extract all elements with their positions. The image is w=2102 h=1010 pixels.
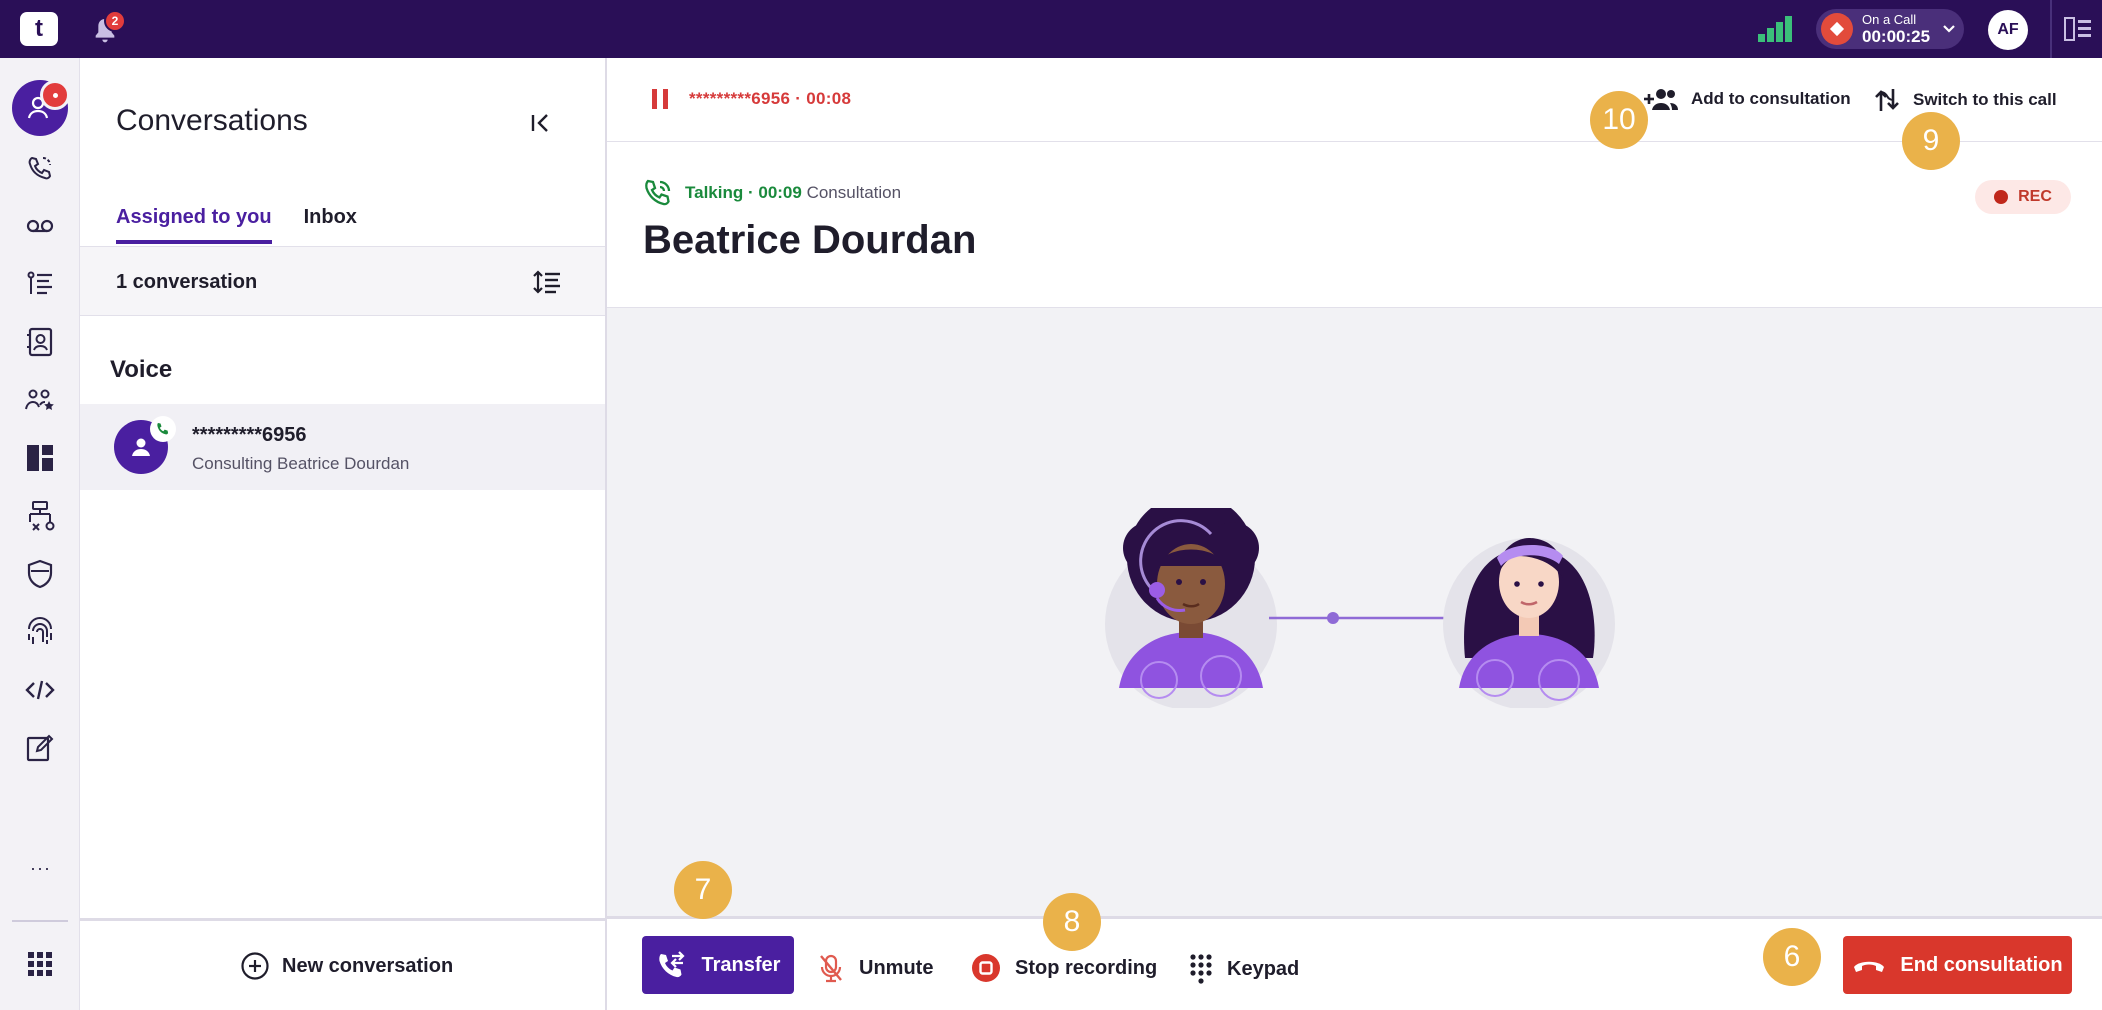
voicemail-nav-icon[interactable] bbox=[18, 204, 62, 248]
person-icon bbox=[132, 438, 150, 456]
conversation-subtitle: Consulting Beatrice Dourdan bbox=[192, 454, 410, 473]
new-conversation-label: New conversation bbox=[282, 954, 454, 977]
held-call-separator: · bbox=[790, 89, 807, 108]
phone-status-icon bbox=[150, 416, 176, 442]
chevron-down-icon bbox=[1943, 25, 1955, 33]
call-type: Consultation bbox=[806, 183, 902, 202]
call-participants-illustration bbox=[1105, 508, 1615, 708]
collapse-panel-icon[interactable] bbox=[526, 108, 556, 138]
keypad-button[interactable]: Keypad bbox=[1189, 953, 1299, 985]
held-call-info: *********6956 · 00:08 bbox=[689, 89, 851, 109]
notes-nav-icon[interactable] bbox=[18, 726, 62, 770]
app-logo[interactable]: t bbox=[20, 12, 58, 46]
call-status: Talking · 00:09 Consultation bbox=[643, 178, 901, 208]
more-nav-icon[interactable]: ··· bbox=[30, 858, 51, 879]
on-call-status-button[interactable]: On a Call 00:00:25 bbox=[1816, 9, 1964, 49]
add-to-consultation-button[interactable]: Add to consultation bbox=[1643, 86, 1851, 112]
held-call-bar[interactable]: *********6956 · 00:08 Add to consultatio… bbox=[607, 58, 2102, 142]
divider bbox=[2050, 0, 2052, 58]
flows-nav-icon[interactable] bbox=[18, 494, 62, 538]
agent-avatar-illustration bbox=[1105, 508, 1277, 708]
transfer-button[interactable]: Transfer bbox=[642, 936, 794, 994]
active-call-header: Talking · 00:09 Consultation Beatrice Do… bbox=[607, 142, 2102, 308]
talking-status: Talking bbox=[685, 183, 744, 202]
add-people-icon bbox=[1644, 89, 1678, 110]
new-conversation-button[interactable]: New conversation bbox=[240, 951, 453, 981]
sort-icon[interactable] bbox=[532, 267, 562, 297]
side-panel-toggle-icon[interactable] bbox=[2064, 17, 2092, 41]
developer-nav-icon[interactable] bbox=[18, 668, 62, 712]
end-consultation-label: End consultation bbox=[1900, 953, 2063, 976]
switch-to-call-button[interactable]: Switch to this call bbox=[1873, 86, 2057, 114]
end-consultation-button[interactable]: End consultation bbox=[1843, 936, 2072, 994]
conversation-count: 1 conversation bbox=[116, 271, 258, 293]
conversation-number: *********6956 bbox=[192, 424, 307, 446]
plus-circle-icon bbox=[241, 952, 269, 980]
recording-dot-icon bbox=[1994, 190, 2009, 204]
hang-up-icon bbox=[1854, 961, 1885, 972]
step-marker-8: 8 bbox=[1043, 893, 1101, 951]
talking-separator: · bbox=[743, 183, 759, 202]
keypad-icon bbox=[1190, 954, 1212, 984]
divider bbox=[12, 920, 68, 922]
calls-nav-icon[interactable] bbox=[18, 146, 62, 190]
step-marker-9: 9 bbox=[1902, 112, 1960, 170]
conversation-tabs: Assigned to you Inbox bbox=[116, 206, 357, 244]
transfer-label: Transfer bbox=[701, 953, 781, 976]
on-call-icon bbox=[1821, 13, 1853, 45]
tab-assigned-to-you[interactable]: Assigned to you bbox=[116, 206, 272, 244]
call-controls: Transfer Unmute Stop recording Keypad En… bbox=[607, 916, 2102, 1010]
fingerprint-nav-icon[interactable] bbox=[18, 610, 62, 654]
unmute-label: Unmute bbox=[859, 956, 934, 979]
contact-avatar-illustration bbox=[1443, 538, 1615, 708]
unmute-button[interactable]: Unmute bbox=[817, 953, 933, 983]
recording-label: REC bbox=[2018, 188, 2052, 205]
stop-recording-label: Stop recording bbox=[1015, 956, 1158, 979]
queue-nav-icon[interactable] bbox=[18, 262, 62, 306]
stop-recording-button[interactable]: Stop recording bbox=[971, 953, 1157, 983]
conversations-panel: Conversations Assigned to you Inbox 1 co… bbox=[80, 58, 607, 1010]
pause-icon bbox=[652, 89, 668, 109]
call-workspace: *********6956 · 00:08 Add to consultatio… bbox=[607, 58, 2102, 1010]
step-marker-6: 6 bbox=[1763, 928, 1821, 986]
transfer-icon bbox=[658, 951, 685, 978]
held-call-duration: 00:08 bbox=[806, 89, 852, 108]
step-marker-7: 7 bbox=[674, 861, 732, 919]
notifications-badge: 2 bbox=[104, 10, 126, 32]
on-call-label: On a Call bbox=[1862, 12, 1917, 27]
tab-inbox[interactable]: Inbox bbox=[304, 206, 357, 244]
keypad-label: Keypad bbox=[1227, 957, 1300, 980]
user-avatar[interactable]: AF bbox=[1988, 10, 2028, 50]
switch-to-call-label: Switch to this call bbox=[1913, 90, 2057, 109]
stop-circle-icon bbox=[972, 954, 1000, 982]
phone-talking-icon bbox=[645, 179, 671, 206]
teams-nav-icon[interactable] bbox=[18, 378, 62, 422]
top-bar: t 2 On a Call 00:00:25 AF bbox=[0, 0, 2102, 58]
microphone-muted-icon bbox=[820, 954, 842, 983]
swap-icon bbox=[1875, 89, 1899, 111]
page-title: Conversations bbox=[116, 104, 308, 137]
on-call-timer: 00:00:25 bbox=[1862, 27, 1931, 46]
add-to-consultation-label: Add to consultation bbox=[1691, 89, 1851, 108]
signal-strength-icon bbox=[1758, 16, 1792, 42]
navigation-rail: ··· bbox=[0, 58, 80, 1010]
talking-duration: 00:09 bbox=[758, 183, 802, 202]
apps-grid-icon[interactable] bbox=[18, 942, 62, 986]
recording-badge: REC bbox=[1975, 180, 2071, 214]
dashboard-nav-icon[interactable] bbox=[18, 436, 62, 480]
conversations-badge bbox=[40, 80, 70, 110]
held-call-number: *********6956 bbox=[689, 89, 791, 108]
conversations-footer: New conversation bbox=[80, 918, 605, 1010]
contacts-nav-icon[interactable] bbox=[18, 320, 62, 364]
contact-name: Beatrice Dourdan bbox=[643, 218, 977, 262]
list-item[interactable]: *********6956 Consulting Beatrice Dourda… bbox=[80, 404, 605, 490]
logo-text: t bbox=[35, 15, 43, 42]
section-heading-voice: Voice bbox=[110, 356, 173, 383]
security-nav-icon[interactable] bbox=[18, 552, 62, 596]
step-marker-10: 10 bbox=[1590, 91, 1648, 149]
conversation-toolbar: 1 conversation bbox=[80, 246, 605, 316]
